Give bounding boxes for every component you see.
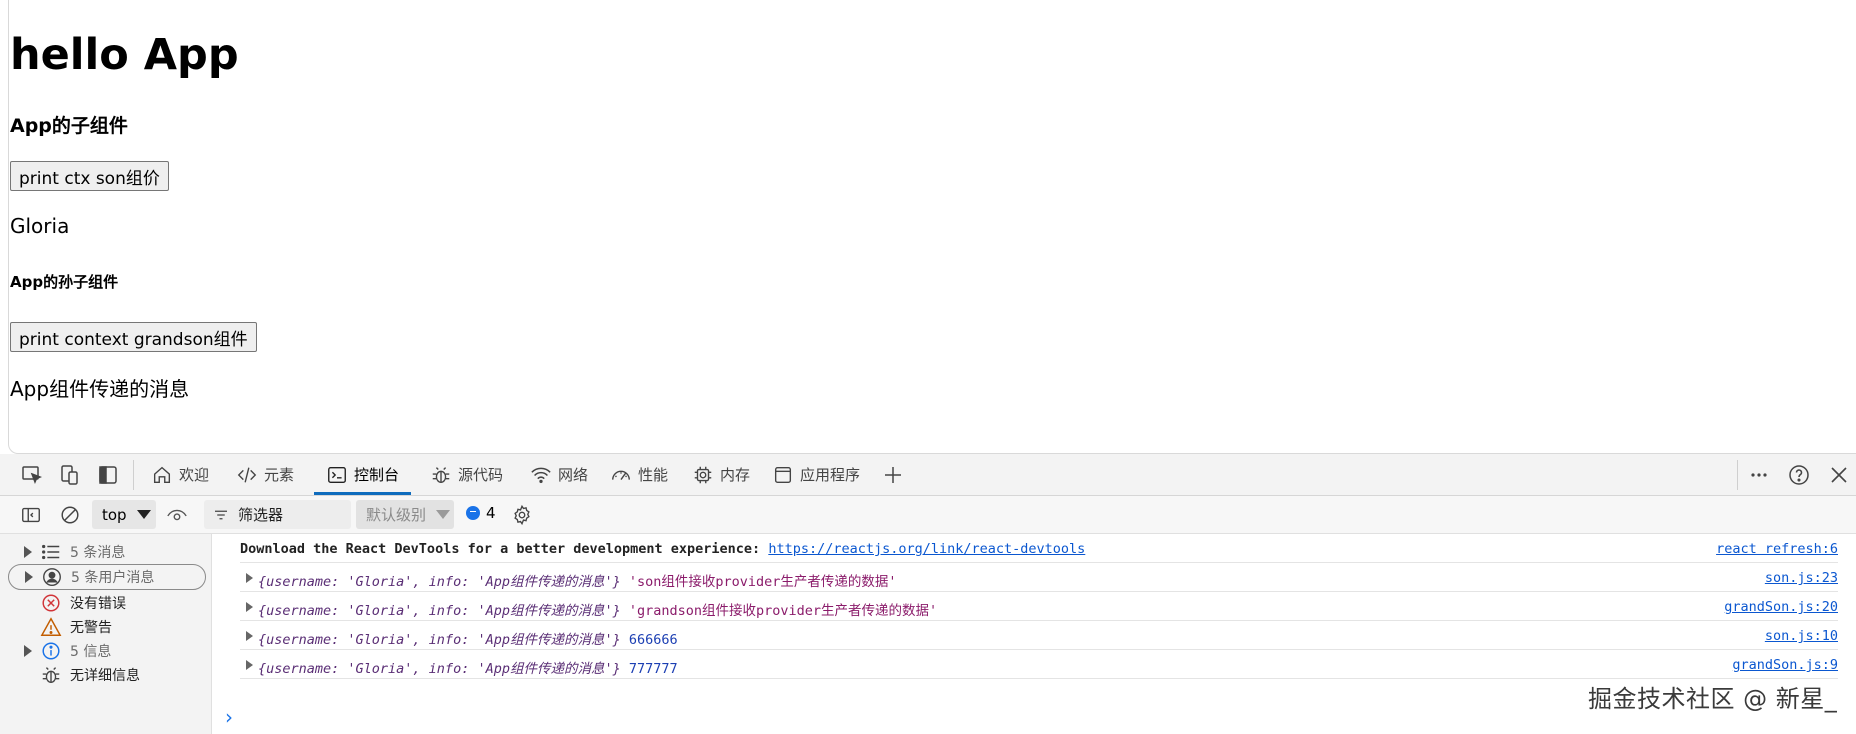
expand-triangle-icon[interactable] (246, 573, 253, 583)
inspect-element-icon[interactable] (20, 463, 44, 487)
home-icon (153, 466, 171, 483)
tab-memory[interactable]: 内存 (692, 454, 750, 495)
window-icon (774, 466, 792, 483)
console-message-row[interactable]: {username: 'Gloria', info: 'App组件传递的消息'}… (240, 621, 1838, 650)
expand-triangle-icon[interactable] (246, 602, 253, 612)
filter-input[interactable]: 筛选器 (204, 500, 351, 529)
chevron-down-icon (436, 510, 451, 519)
react-devtools-link[interactable]: https://reactjs.org/link/react-devtools (768, 541, 1085, 557)
log-level-selector[interactable]: 默认级别 (356, 500, 454, 529)
source-link[interactable]: son.js:23 (1765, 570, 1838, 586)
add-tab-icon[interactable] (881, 463, 905, 487)
page-heading: hello App (10, 30, 239, 80)
tab-application[interactable]: 应用程序 (772, 454, 860, 495)
grandson-component-title: App的孙子组件 (10, 273, 119, 291)
devtools-panel: 欢迎 元素 控制台 源代码 网络 性能 内存 应用程序 top 筛选器 默认级别… (0, 454, 1856, 734)
sidebar-item-errors[interactable]: 没有错误 (8, 590, 206, 616)
page-viewport: hello App App的子组件 print ctx son组价 Gloria… (8, 0, 1856, 454)
chevron-down-icon (136, 510, 151, 519)
console-sidebar: 5 条消息 5 条用户消息 没有错误 无警告 5 信息 无详细信息 (0, 534, 212, 734)
error-icon (40, 592, 62, 614)
expand-caret-icon (25, 571, 33, 583)
chip-icon (694, 466, 712, 483)
expand-caret-icon (24, 546, 32, 558)
console-message-row[interactable]: {username: 'Gloria', info: 'App组件传递的消息'}… (240, 592, 1838, 621)
print-grandson-button[interactable]: print context grandson组件 (10, 322, 257, 352)
warning-icon (40, 616, 62, 638)
son-component-title: App的子组件 (10, 115, 128, 137)
tab-separator (133, 460, 134, 490)
more-options-icon[interactable] (1747, 463, 1771, 487)
console-message-row[interactable]: {username: 'Gloria', info: 'App组件传递的消息'}… (240, 563, 1838, 592)
tab-network[interactable]: 网络 (530, 454, 588, 495)
sidebar-item-user-messages[interactable]: 5 条用户消息 (8, 564, 206, 590)
close-devtools-icon[interactable] (1827, 463, 1851, 487)
code-icon (237, 466, 257, 483)
grandson-info-text: App组件传递的消息 (10, 377, 190, 401)
console-settings-gear-icon[interactable] (511, 504, 533, 526)
bug-icon (40, 664, 62, 686)
print-son-button[interactable]: print ctx son组价 (10, 161, 169, 191)
user-icon (41, 566, 63, 588)
tab-welcome[interactable]: 欢迎 (151, 454, 209, 495)
tab-elements[interactable]: 元素 (236, 454, 294, 495)
sidebar-item-warnings[interactable]: 无警告 (8, 614, 206, 640)
issues-counter[interactable]: 4 (466, 504, 496, 522)
filter-icon (215, 510, 227, 519)
clear-console-icon[interactable] (59, 504, 81, 526)
context-selector[interactable]: top (92, 500, 156, 529)
sidebar-item-info[interactable]: 5 信息 (8, 638, 206, 664)
toggle-sidebar-icon[interactable] (20, 504, 42, 526)
gauge-icon (612, 470, 630, 480)
tab-console[interactable]: 控制台 (313, 454, 412, 495)
help-icon[interactable] (1787, 463, 1811, 487)
console-prompt[interactable]: › (225, 705, 233, 729)
sidebar-item-messages[interactable]: 5 条消息 (8, 539, 206, 565)
watermark-text: 掘金技术社区 @ 新星_ (1588, 685, 1838, 713)
info-icon (40, 640, 62, 662)
console-message-row[interactable]: {username: 'Gloria', info: 'App组件传递的消息'}… (240, 650, 1838, 679)
devtools-tab-bar: 欢迎 元素 控制台 源代码 网络 性能 内存 应用程序 (0, 454, 1856, 496)
expand-triangle-icon[interactable] (246, 631, 253, 641)
wifi-icon (531, 467, 551, 483)
live-expression-eye-icon[interactable] (166, 504, 188, 526)
expand-triangle-icon[interactable] (246, 660, 253, 670)
source-link[interactable]: grandSon.js:20 (1724, 599, 1838, 615)
bug-icon (432, 466, 450, 483)
console-message-row: Download the React DevTools for a better… (240, 534, 1838, 563)
son-username-text: Gloria (10, 214, 70, 238)
source-link[interactable]: react refresh:6 (1716, 541, 1838, 557)
list-icon (40, 541, 62, 563)
tab-sources[interactable]: 源代码 (430, 454, 503, 495)
message-bubble-icon (466, 506, 480, 520)
expand-caret-icon (24, 645, 32, 657)
tab-performance[interactable]: 性能 (610, 454, 668, 495)
device-emulation-icon[interactable] (58, 463, 82, 487)
dock-side-icon[interactable] (96, 463, 120, 487)
sidebar-item-verbose[interactable]: 无详细信息 (8, 662, 206, 688)
tab-separator (1737, 460, 1738, 490)
source-link[interactable]: grandSon.js:9 (1732, 657, 1838, 673)
console-icon (328, 466, 346, 483)
source-link[interactable]: son.js:10 (1765, 628, 1838, 644)
console-toolbar: top 筛选器 默认级别 4 (0, 496, 1856, 534)
